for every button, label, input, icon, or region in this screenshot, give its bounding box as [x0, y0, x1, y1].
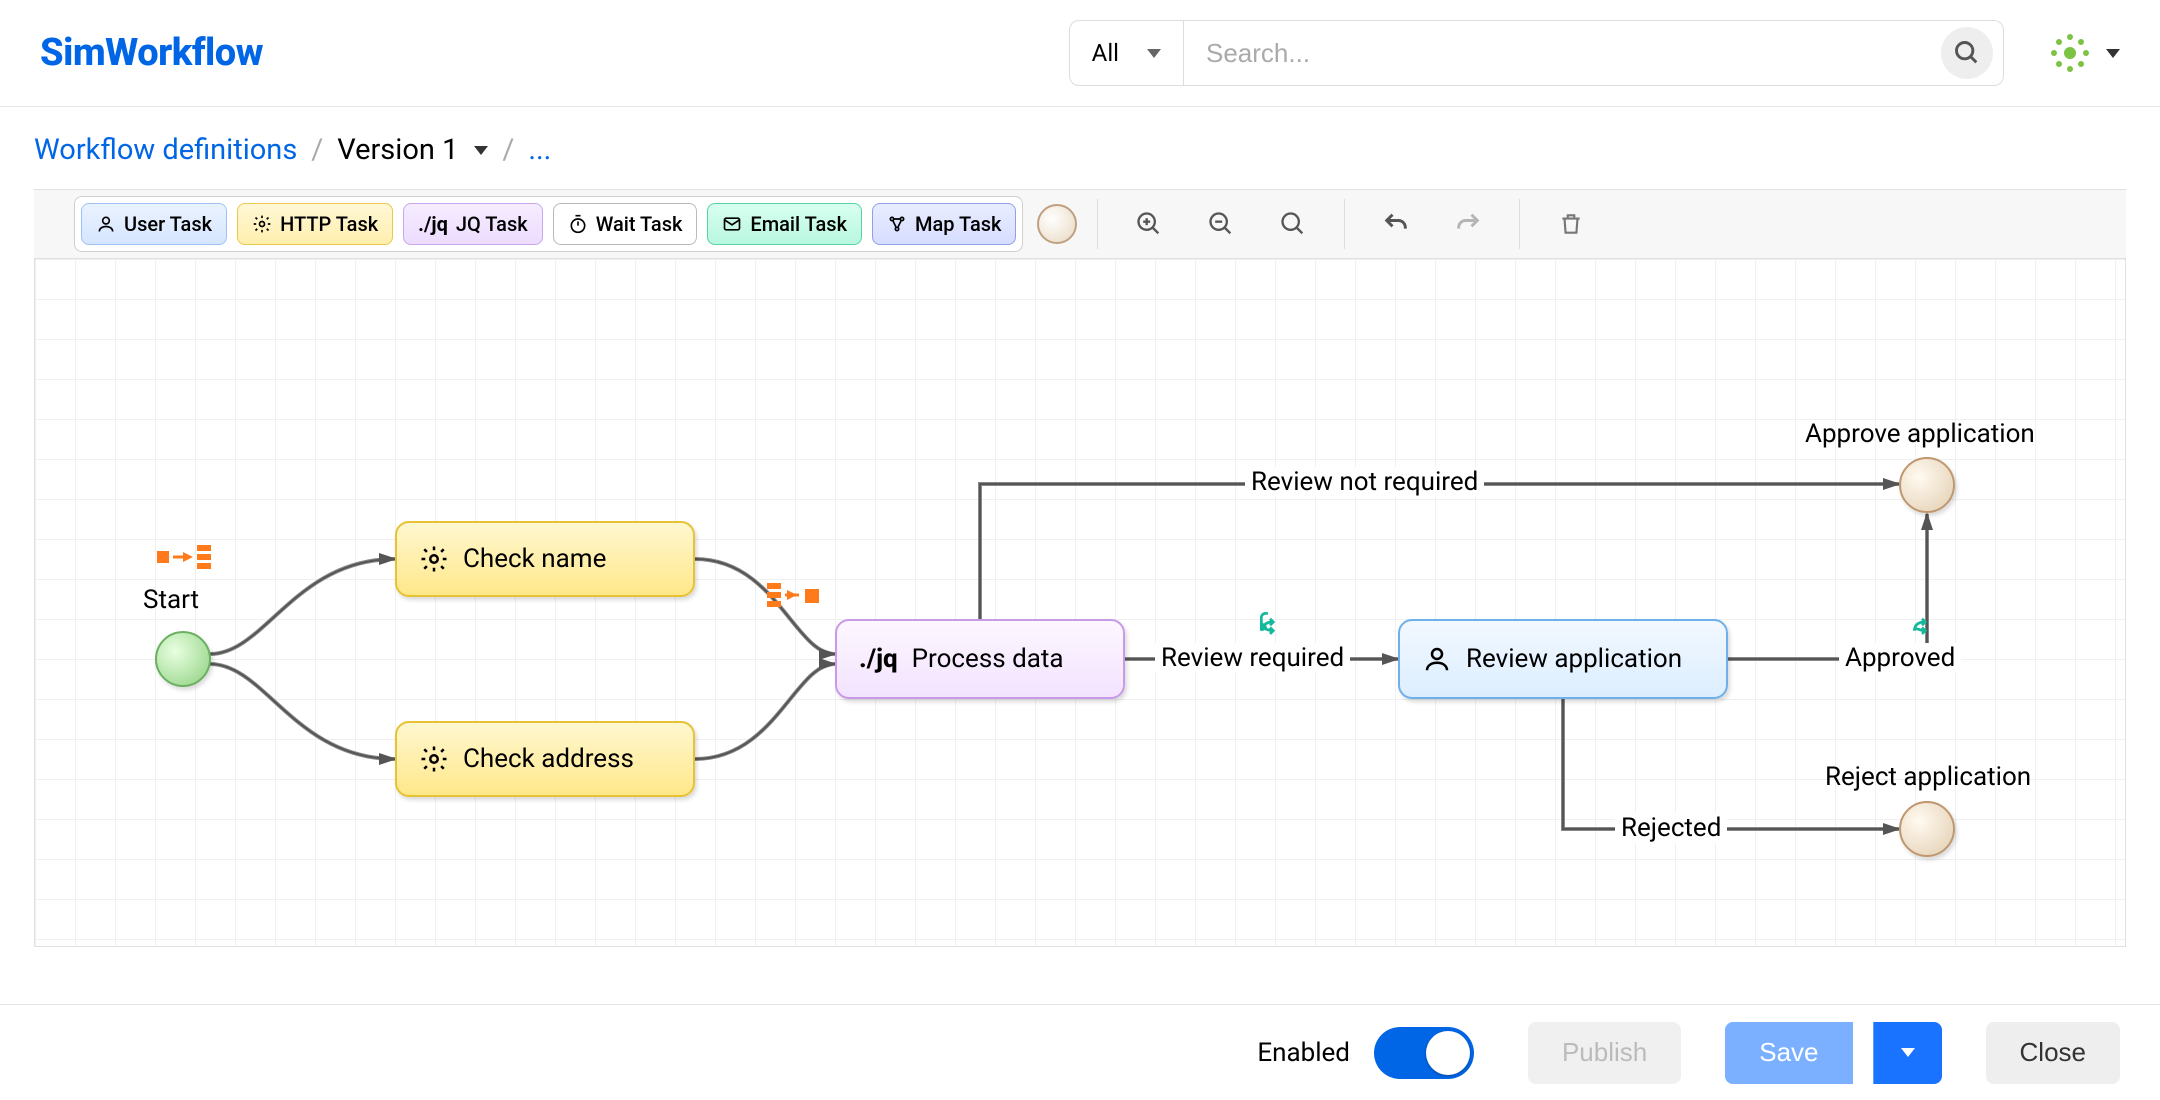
start-label: Start — [143, 585, 199, 615]
decision-split-icon — [1909, 609, 1935, 635]
breadcrumb-version-label: Version 1 — [337, 133, 458, 167]
palette-label: JQ Task — [456, 212, 528, 236]
end-approve-label: Approve application — [1805, 419, 2035, 449]
search-button[interactable] — [1941, 27, 1993, 79]
editor-footer: Enabled Publish Save Close — [0, 1004, 2160, 1100]
save-button-group: Save — [1705, 1022, 1941, 1084]
person-icon — [96, 214, 116, 234]
undo-icon — [1382, 210, 1410, 238]
chevron-down-icon — [1901, 1048, 1915, 1057]
zoom-out-icon — [1207, 210, 1235, 238]
end-reject-label: Reject application — [1825, 762, 2031, 792]
node-label: Process data — [912, 644, 1064, 674]
search-filter-label: All — [1092, 39, 1119, 67]
chevron-down-icon — [2106, 49, 2120, 58]
node-label: Review application — [1466, 644, 1682, 674]
save-dropdown-button[interactable] — [1873, 1022, 1942, 1084]
toolbar-divider — [1097, 199, 1098, 249]
palette-label: Wait Task — [596, 212, 683, 236]
jq-icon: ./jq — [418, 212, 448, 236]
zoom-fit-button[interactable] — [1262, 198, 1324, 250]
breadcrumb: Workflow definitions / Version 1 / ... — [0, 107, 2160, 189]
palette-wait-task[interactable]: Wait Task — [553, 203, 698, 245]
app-logo: SimWorkflow — [40, 31, 263, 75]
breadcrumb-current[interactable]: ... — [528, 133, 551, 167]
jq-icon: ./jq — [859, 644, 898, 674]
enabled-toggle[interactable] — [1374, 1027, 1474, 1079]
save-button[interactable]: Save — [1725, 1022, 1852, 1084]
palette-label: Email Task — [750, 212, 847, 236]
palette-end-node[interactable] — [1037, 204, 1077, 244]
gear-icon — [419, 544, 449, 574]
trash-icon — [1558, 211, 1584, 237]
start-node[interactable] — [155, 631, 211, 687]
search-icon — [1953, 39, 1981, 67]
zoom-out-button[interactable] — [1190, 198, 1252, 250]
decision-split-icon — [1257, 609, 1283, 635]
connections-layer — [35, 259, 2125, 946]
gear-icon — [419, 744, 449, 774]
caret-down-icon — [1147, 49, 1161, 58]
palette-label: HTTP Task — [280, 212, 378, 236]
node-check-name[interactable]: Check name — [395, 521, 695, 597]
enabled-label: Enabled — [1257, 1038, 1350, 1068]
breadcrumb-version-select[interactable]: Version 1 — [337, 133, 488, 167]
search-icon — [1279, 210, 1307, 238]
user-menu[interactable] — [2048, 31, 2120, 75]
palette-map-task[interactable]: Map Task — [872, 203, 1016, 245]
toolbar-divider — [1344, 199, 1345, 249]
undo-button[interactable] — [1365, 198, 1427, 250]
app-header: SimWorkflow All — [0, 0, 2160, 107]
breadcrumb-separator: / — [502, 133, 514, 167]
workflow-canvas[interactable]: Start Check name Check address ./jq Proc… — [34, 259, 2126, 947]
breadcrumb-root-link[interactable]: Workflow definitions — [34, 133, 297, 167]
avatar-icon — [2048, 31, 2092, 75]
close-button[interactable]: Close — [1986, 1022, 2120, 1084]
node-process-data[interactable]: ./jq Process data — [835, 619, 1125, 699]
palette-label: Map Task — [915, 212, 1001, 236]
end-reject-node[interactable] — [1899, 801, 1955, 857]
person-icon — [1422, 644, 1452, 674]
search-field-wrap — [1184, 20, 2004, 86]
parallel-split-icon — [155, 541, 215, 571]
delete-button[interactable] — [1540, 198, 1602, 250]
editor-toolbar: User Task HTTP Task ./jq JQ Task Wait Ta… — [34, 189, 2126, 259]
stopwatch-icon — [568, 214, 588, 234]
edge-label-review-not-required: Review not required — [1245, 467, 1484, 497]
redo-button[interactable] — [1437, 198, 1499, 250]
caret-down-icon — [474, 146, 488, 155]
gear-icon — [252, 214, 272, 234]
toggle-knob — [1426, 1031, 1470, 1075]
node-label: Check address — [463, 744, 634, 774]
node-review-application[interactable]: Review application — [1398, 619, 1728, 699]
publish-button[interactable]: Publish — [1528, 1022, 1681, 1084]
map-icon — [887, 214, 907, 234]
palette-http-task[interactable]: HTTP Task — [237, 203, 393, 245]
task-palette: User Task HTTP Task ./jq JQ Task Wait Ta… — [74, 196, 1023, 252]
end-approve-node[interactable] — [1899, 457, 1955, 513]
edge-label-approved: Approved — [1839, 643, 1961, 673]
node-label: Check name — [463, 544, 606, 574]
palette-user-task[interactable]: User Task — [81, 203, 227, 245]
palette-jq-task[interactable]: ./jq JQ Task — [403, 203, 543, 245]
parallel-join-icon — [765, 579, 825, 609]
breadcrumb-separator: / — [311, 133, 323, 167]
edge-label-rejected: Rejected — [1615, 813, 1727, 843]
palette-email-task[interactable]: Email Task — [707, 203, 862, 245]
zoom-in-button[interactable] — [1118, 198, 1180, 250]
edge-label-review-required: Review required — [1155, 643, 1350, 673]
palette-label: User Task — [124, 212, 212, 236]
redo-icon — [1454, 210, 1482, 238]
search-filter-select[interactable]: All — [1069, 20, 1184, 86]
envelope-icon — [722, 214, 742, 234]
search-input[interactable] — [1206, 38, 1941, 69]
node-check-address[interactable]: Check address — [395, 721, 695, 797]
zoom-in-icon — [1135, 210, 1163, 238]
toolbar-divider — [1519, 199, 1520, 249]
search-group: All — [1069, 20, 2004, 86]
